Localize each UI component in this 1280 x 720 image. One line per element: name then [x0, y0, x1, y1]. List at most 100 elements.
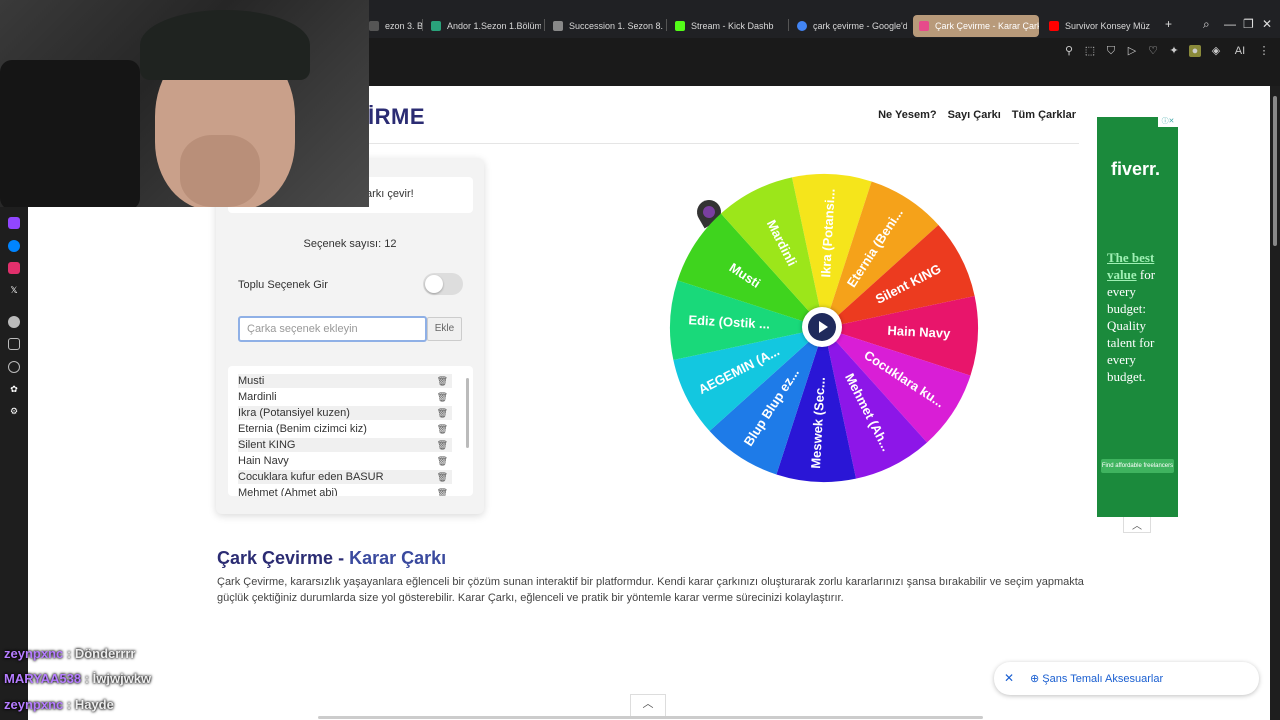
spin-wheel[interactable]: Ikra (Potansi... Eternia (Beni... Silent K…: [668, 172, 980, 484]
youtube-icon: [1049, 21, 1059, 31]
horizontal-scrollbar[interactable]: [318, 716, 983, 719]
close-window-icon[interactable]: ✕: [1262, 17, 1272, 31]
spin-button[interactable]: [802, 307, 842, 347]
instagram-icon[interactable]: [8, 262, 20, 274]
option-label: Cocuklara kufur eden BASUR: [238, 471, 384, 483]
ad-headline: The best value for every budget: Quality…: [1107, 249, 1173, 385]
tab-6[interactable]: Survivor Konsey Müz: [1043, 15, 1161, 37]
list-item: Mehmet (Ahmet abi) 🗑: [238, 486, 452, 496]
pin-icon[interactable]: ⚲: [1063, 45, 1075, 57]
google-icon: [797, 21, 807, 31]
tab-4[interactable]: çark çevirme - Google'd: [791, 15, 907, 37]
tab-active[interactable]: Çark Çevirme - Karar Çark: [913, 15, 1039, 37]
option-label: Hain Navy: [238, 455, 289, 467]
extension-icons: ⚲ ⬚ ⛉ ▷ ♡ ✦ ● ◈ AI ⋮: [1063, 45, 1270, 57]
promo-label[interactable]: ⊕ Şans Temalı Aksesuarlar: [1030, 672, 1163, 685]
x-icon[interactable]: 𝕏: [8, 284, 20, 296]
shield-icon[interactable]: ⛉: [1105, 45, 1117, 57]
ad-brand: fiverr.: [1111, 159, 1161, 179]
page-scrollbar[interactable]: [1270, 86, 1280, 720]
restore-icon[interactable]: ❐: [1243, 17, 1254, 31]
play-icon[interactable]: ▷: [1126, 45, 1138, 57]
article-body: Çark Çevirme, kararsızlık yaşayanlara eğ…: [217, 576, 1084, 604]
trash-icon[interactable]: 🗑: [437, 438, 448, 452]
trash-icon[interactable]: 🗑: [437, 470, 448, 484]
nav-link-sayi-carki[interactable]: Sayı Çarkı: [948, 109, 1001, 121]
scroll-thumb[interactable]: [466, 378, 469, 448]
bulk-entry-label: Toplu Seçenek Gir: [238, 279, 328, 291]
list-item: Musti 🗑: [238, 374, 452, 388]
advertisement[interactable]: ⓘ✕ fiverr. The best value for every budg…: [1097, 117, 1178, 517]
streamer-cap: [140, 10, 310, 80]
extension-icon[interactable]: ✦: [1168, 45, 1180, 57]
gear-icon[interactable]: ⚙: [8, 405, 20, 417]
webcam-overlay: [0, 0, 369, 207]
chevron-up-icon[interactable]: ︿: [630, 694, 666, 716]
chat-user: zeynpxnc: [4, 646, 64, 661]
trash-icon[interactable]: 🗑: [437, 486, 448, 496]
scroll-thumb[interactable]: [1273, 96, 1277, 246]
ai-icon[interactable]: AI: [1231, 45, 1249, 57]
tab-favicon: [431, 21, 441, 31]
bottom-bar: ︿: [28, 692, 1270, 720]
add-option-button[interactable]: Ekle: [427, 317, 462, 341]
ad-collapse-button[interactable]: ︿: [1123, 517, 1151, 533]
webcam-background: [0, 60, 140, 207]
trash-icon[interactable]: 🗑: [437, 390, 448, 404]
promo-pill[interactable]: ✕ ⊕ Şans Temalı Aksesuarlar: [994, 662, 1259, 695]
screenshot-icon[interactable]: ⬚: [1084, 45, 1096, 57]
trash-icon[interactable]: 🗑: [437, 406, 448, 420]
chat-text: İwjwjwkw: [92, 671, 152, 686]
nav-link-ne-yesem[interactable]: Ne Yesem?: [878, 109, 937, 121]
menu-icon[interactable]: ⋮: [1258, 45, 1270, 57]
chat-user: MARYAA538: [4, 671, 82, 686]
player-icon[interactable]: [8, 316, 20, 328]
tab-2[interactable]: Succession 1. Sezon 8. B: [547, 15, 663, 37]
list-item: Cocuklara kufur eden BASUR 🗑: [238, 470, 452, 484]
messenger-icon[interactable]: [8, 240, 20, 252]
tab-label: çark çevirme - Google'd: [813, 21, 907, 31]
tab-favicon: [369, 21, 379, 31]
extension-icon[interactable]: ✿: [8, 383, 20, 395]
tab-0[interactable]: ezon 3. Bölü: [363, 15, 423, 37]
close-icon[interactable]: ✕: [1004, 671, 1014, 685]
heart-icon[interactable]: ♡: [1147, 45, 1159, 57]
play-icon: [808, 313, 836, 341]
ad-body: for every budget: Quality talent for eve…: [1107, 267, 1156, 384]
wallet-icon[interactable]: [8, 338, 20, 350]
minimize-icon[interactable]: —: [1224, 17, 1236, 31]
site-logo[interactable]: İRME: [368, 104, 425, 130]
tab-favicon: [675, 21, 685, 31]
tab-label: Stream - Kick Dashb: [691, 21, 774, 31]
new-tab-button[interactable]: +: [1165, 17, 1172, 31]
tab-label: Succession 1. Sezon 8. B: [569, 21, 663, 31]
twitch-icon[interactable]: [8, 217, 20, 229]
option-list: Musti 🗑 Mardinli 🗑 Ikra (Potansiyel kuzen)…: [228, 366, 473, 496]
trash-icon[interactable]: 🗑: [437, 374, 448, 388]
list-scrollbar[interactable]: [466, 372, 470, 492]
chat-message: zeynpxnc : Dönderrrr: [4, 646, 136, 661]
extension-icon[interactable]: ◈: [1210, 45, 1222, 57]
ad-cta-button[interactable]: Find affordable freelancers: [1101, 459, 1174, 473]
tab-label: Çark Çevirme - Karar Çark: [935, 21, 1039, 31]
option-label: Mehmet (Ahmet abi): [238, 487, 338, 496]
trash-icon[interactable]: 🗑: [437, 454, 448, 468]
nav-link-tum-carklar[interactable]: Tüm Çarklar: [1012, 109, 1076, 121]
article-title: Çark Çevirme - Karar Çarkı: [217, 548, 446, 569]
tab-3[interactable]: Stream - Kick Dashb: [669, 15, 785, 37]
tab-favicon: [919, 21, 929, 31]
ad-info-icon[interactable]: ⓘ✕: [1158, 117, 1178, 127]
history-icon[interactable]: [8, 361, 20, 373]
search-tabs-icon[interactable]: ⌕: [1203, 17, 1210, 32]
option-label: Ikra (Potansiyel kuzen): [238, 407, 350, 419]
promo-text: Şans Temalı Aksesuarlar: [1042, 673, 1164, 685]
trash-icon[interactable]: 🗑: [437, 422, 448, 436]
tab-favicon: [553, 21, 563, 31]
option-input[interactable]: Çarka seçenek ekleyin: [238, 316, 427, 342]
option-label: Silent KING: [238, 439, 296, 451]
extension-icon[interactable]: ●: [1189, 45, 1201, 57]
tab-1[interactable]: Andor 1.Sezon 1.Bölüm -: [425, 15, 541, 37]
bulk-entry-toggle[interactable]: [423, 273, 463, 295]
option-count: Seçenek sayısı: 12: [303, 238, 397, 250]
list-item: Hain Navy 🗑: [238, 454, 452, 468]
